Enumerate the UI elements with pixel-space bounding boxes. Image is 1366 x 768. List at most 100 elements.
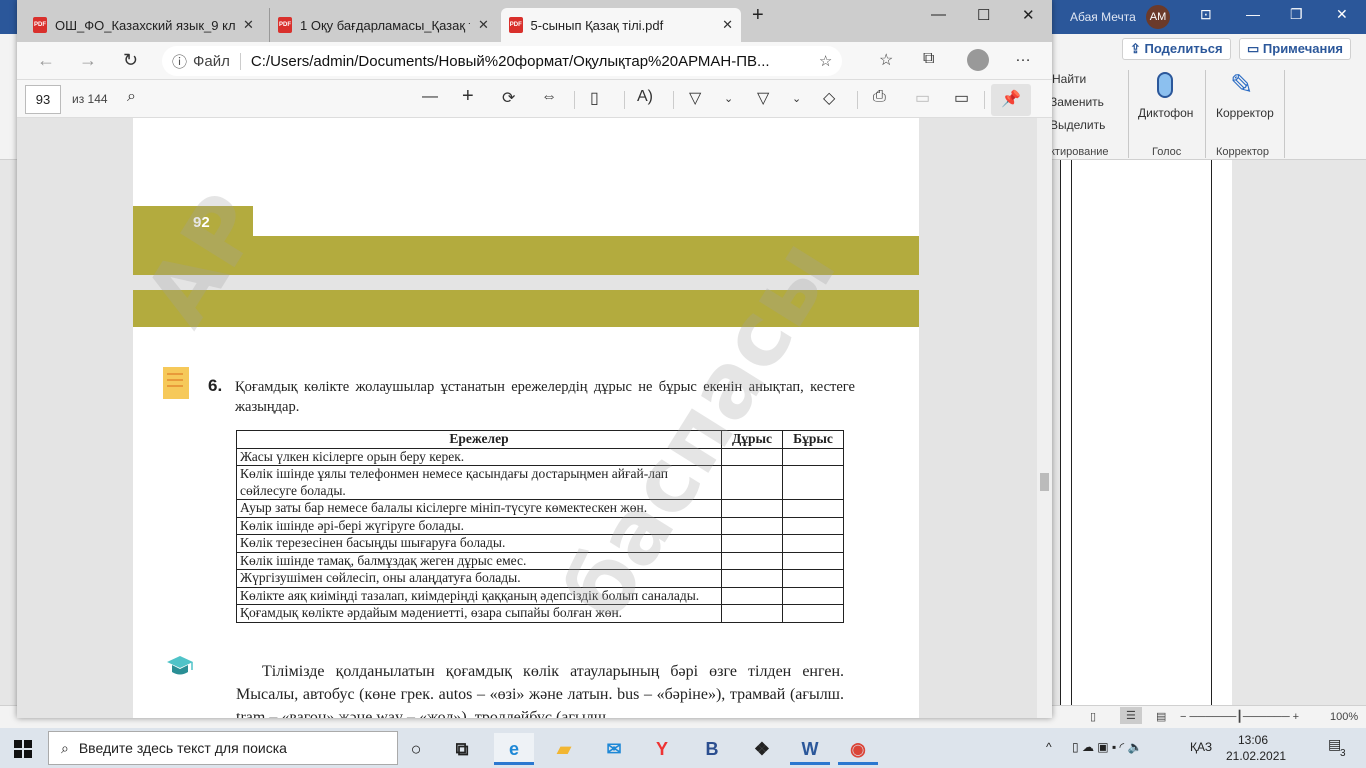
web-layout-icon[interactable]: ▤ xyxy=(1156,710,1166,723)
correct-cell[interactable] xyxy=(721,604,783,623)
page-number-input[interactable]: 93 xyxy=(25,85,61,114)
maximize-icon[interactable]: ☐ xyxy=(977,6,990,24)
rotate-icon[interactable]: ⟳ xyxy=(502,88,515,108)
correct-cell[interactable] xyxy=(721,447,783,466)
incorrect-cell[interactable] xyxy=(782,551,844,570)
forward-icon[interactable]: → xyxy=(79,50,97,71)
vk-app-icon[interactable]: B xyxy=(692,733,732,765)
close-tab-icon[interactable]: ✕ xyxy=(478,17,489,33)
refresh-icon[interactable]: ↻ xyxy=(123,50,138,71)
highlight-icon[interactable]: ▽ xyxy=(757,88,769,108)
highlight-options-chevron-icon[interactable]: ⌄ xyxy=(792,92,801,105)
task-view-icon[interactable]: ⧉ xyxy=(442,733,482,765)
draw-icon[interactable]: ▽ xyxy=(689,88,701,108)
read-aloud-icon[interactable]: A) xyxy=(637,88,653,106)
dictate-button[interactable]: Диктофон xyxy=(1138,106,1193,120)
tray-icons[interactable]: ▯ ☁ ▣ ▪ ◜ 🔈 xyxy=(1072,740,1142,754)
comment-icon: ▭ xyxy=(1247,41,1263,56)
share-icon: ⇪ xyxy=(1130,41,1145,56)
incorrect-cell[interactable] xyxy=(782,534,844,553)
search-icon[interactable]: ⌕ xyxy=(127,88,136,106)
address-input[interactable]: ⓘ Файл C:/Users/admin/Documents/Новый%20… xyxy=(162,46,842,76)
save-as-icon[interactable]: ▭ xyxy=(954,88,969,108)
windows-start-icon[interactable] xyxy=(14,740,32,758)
tray-expand-icon[interactable]: ^ xyxy=(1046,740,1052,754)
read-mode-icon[interactable]: ▯ xyxy=(1090,710,1096,723)
correct-cell[interactable] xyxy=(721,516,783,535)
pin-toolbar-button[interactable]: 📌 xyxy=(991,84,1031,116)
clock-time[interactable]: 13:06 xyxy=(1238,733,1268,747)
comments-button[interactable]: ▭ Примечания xyxy=(1239,38,1351,60)
print-icon[interactable]: ⎙ xyxy=(873,88,886,106)
taskbar-search-input[interactable]: ⌕ Введите здесь текст для поиска xyxy=(48,731,398,765)
edge-app-icon[interactable]: e xyxy=(494,733,534,765)
correct-cell[interactable] xyxy=(721,551,783,570)
close-icon[interactable]: ✕ xyxy=(1336,6,1348,23)
pdf-icon: PDF xyxy=(33,17,47,33)
correct-cell[interactable] xyxy=(721,569,783,588)
close-icon[interactable]: ✕ xyxy=(1022,6,1035,24)
more-icon[interactable]: … xyxy=(1015,48,1031,66)
word-app-icon[interactable]: W xyxy=(790,733,830,765)
incorrect-cell[interactable] xyxy=(782,447,844,466)
rule-cell: Ауыр заты бар немесе балалы кісілерге мі… xyxy=(236,499,722,518)
zoom-slider[interactable]: − ──────┃────── + xyxy=(1180,710,1299,723)
incorrect-cell[interactable] xyxy=(782,499,844,518)
close-tab-icon[interactable]: ✕ xyxy=(722,17,733,33)
correct-cell[interactable] xyxy=(721,499,783,518)
share-button[interactable]: ⇪ Поделиться xyxy=(1122,38,1231,60)
correct-cell[interactable] xyxy=(721,586,783,605)
microphone-icon[interactable] xyxy=(1157,72,1173,98)
tab-osh-fo[interactable]: PDF ОШ_ФО_Казахский язык_9 класс ✕ xyxy=(25,8,265,42)
incorrect-cell[interactable] xyxy=(782,586,844,605)
editor-pen-icon[interactable]: ✎ xyxy=(1230,68,1253,101)
correct-cell[interactable] xyxy=(721,534,783,553)
find-button[interactable]: Найти xyxy=(1052,72,1086,86)
language-indicator[interactable]: ҚАЗ xyxy=(1190,740,1212,754)
clock-date[interactable]: 21.02.2021 xyxy=(1226,749,1286,763)
minimize-icon[interactable]: — xyxy=(931,6,946,23)
zoom-in-icon[interactable]: + xyxy=(462,85,474,108)
incorrect-cell[interactable] xyxy=(782,569,844,588)
back-icon[interactable]: ← xyxy=(37,50,55,71)
group-voice-label: Голос xyxy=(1152,146,1182,158)
select-button[interactable]: Выделить xyxy=(1050,118,1105,132)
restore-icon[interactable]: ❐ xyxy=(1290,6,1303,23)
tab-oku-bagdarlamasy[interactable]: PDF 1 Оқу бағдарламасы_Қазақ тілі ✕ xyxy=(269,8,499,42)
tab-5-synyp[interactable]: PDF 5-сынып Қазақ тілі.pdf ✕ xyxy=(501,8,741,42)
mail-icon[interactable]: ✉ xyxy=(594,733,634,765)
profile-icon[interactable] xyxy=(967,49,989,71)
avatar[interactable]: АМ xyxy=(1146,5,1170,29)
eraser-icon[interactable]: ◇ xyxy=(823,88,835,108)
chrome-icon[interactable]: ◉ xyxy=(838,733,878,765)
ribbon-display-icon[interactable]: ⊡ xyxy=(1200,6,1212,23)
page-view-icon[interactable]: ▯ xyxy=(590,88,599,108)
draw-options-chevron-icon[interactable]: ⌄ xyxy=(724,92,733,105)
new-tab-icon[interactable]: + xyxy=(752,4,764,27)
yandex-browser-icon[interactable]: Y xyxy=(642,733,682,765)
pdf-page: 92 xyxy=(133,118,919,275)
close-tab-icon[interactable]: ✕ xyxy=(243,17,254,33)
fit-width-icon[interactable]: ⇔ xyxy=(541,88,557,106)
replace-button[interactable]: Заменить xyxy=(1050,95,1104,109)
incorrect-cell[interactable] xyxy=(782,516,844,535)
minimize-icon[interactable]: — xyxy=(1246,6,1260,22)
print-layout-icon[interactable]: ☰ xyxy=(1120,707,1142,724)
file-explorer-icon[interactable]: ▰ xyxy=(544,733,584,765)
editor-button[interactable]: Корректор xyxy=(1216,106,1274,120)
info-icon[interactable]: ⓘ xyxy=(172,51,187,72)
incorrect-cell[interactable] xyxy=(782,604,844,623)
pdf-icon: PDF xyxy=(509,17,523,33)
favorites-icon[interactable]: ☆ xyxy=(879,50,893,70)
dropbox-icon[interactable]: ❖ xyxy=(742,733,782,765)
zoom-level: 100% xyxy=(1330,711,1359,723)
zoom-out-icon[interactable]: — xyxy=(422,88,438,106)
scrollbar-thumb[interactable] xyxy=(1040,473,1049,491)
favorite-add-icon[interactable]: ☆ xyxy=(819,52,832,70)
cortana-icon[interactable]: ○ xyxy=(396,733,436,765)
correct-cell[interactable] xyxy=(721,465,783,500)
pdf-page: 6. Қоғамдық көлікте жолаушылар ұстанатын… xyxy=(133,290,919,718)
incorrect-cell[interactable] xyxy=(782,465,844,500)
vertical-scrollbar[interactable] xyxy=(1037,118,1052,718)
collections-icon[interactable]: ⧉ xyxy=(923,50,934,68)
